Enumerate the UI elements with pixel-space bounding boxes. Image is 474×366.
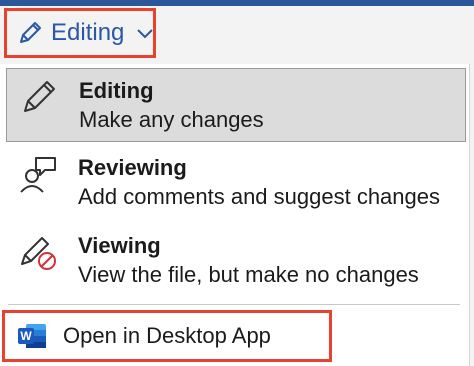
menu-item-title: Editing [79, 78, 154, 103]
menu-item-title: Viewing [78, 233, 161, 258]
editing-mode-button[interactable]: Editing [4, 8, 156, 58]
menu-item-reviewing[interactable]: Reviewing Add comments and suggest chang… [6, 146, 466, 222]
menu-item-title: Reviewing [78, 155, 187, 180]
pencil-icon [19, 77, 59, 117]
word-icon-letter: W [20, 329, 32, 343]
menu-item-viewing[interactable]: Viewing View the file, but make no chang… [6, 224, 466, 300]
pencil-icon [17, 20, 43, 46]
menu-item-editing[interactable]: Editing Make any changes [6, 68, 466, 142]
open-in-desktop-app-button[interactable]: W Open in Desktop App [2, 310, 332, 362]
ribbon-accent-bar [0, 0, 474, 6]
open-in-desktop-app-label: Open in Desktop App [63, 323, 271, 348]
word-app-icon: W [17, 322, 47, 350]
chevron-down-icon [136, 24, 154, 42]
mode-button-label: Editing [51, 19, 125, 46]
editing-mode-screen: Editing Editing Make any changes Reviewi… [0, 0, 474, 366]
menu-item-description: Add comments and suggest changes [78, 184, 441, 209]
menu-item-description: Make any changes [79, 107, 264, 132]
mode-dropdown-menu: Editing Make any changes Reviewing Add c… [0, 64, 470, 366]
menu-item-description: View the file, but make no changes [78, 262, 419, 287]
pencil-prohibited-icon [18, 232, 58, 272]
menu-divider [8, 304, 460, 305]
reviewer-comment-icon [18, 154, 58, 194]
